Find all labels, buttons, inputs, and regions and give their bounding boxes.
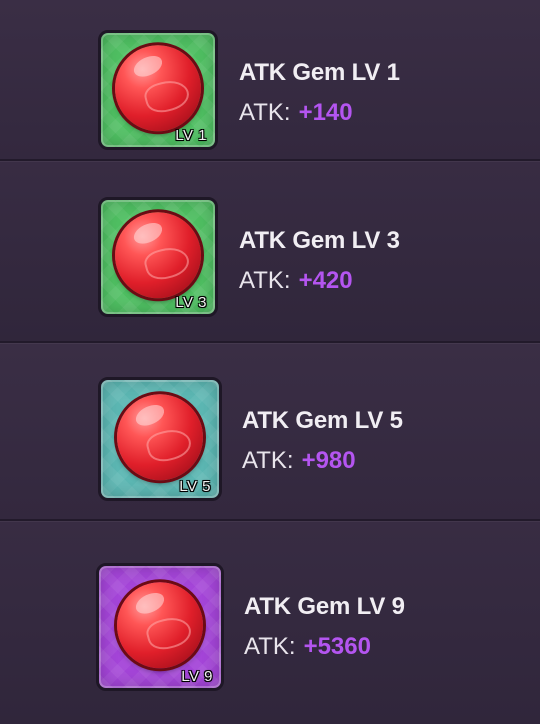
- stat-label: ATK:: [239, 267, 291, 294]
- red-gem-icon: [117, 394, 203, 481]
- red-gem-icon: [115, 45, 201, 132]
- stat-value: +420: [298, 267, 353, 294]
- stat-value: +980: [301, 447, 356, 474]
- stat-label: ATK:: [239, 99, 291, 126]
- gem-stat: ATK: +140: [239, 98, 400, 128]
- stat-value: +5360: [303, 633, 371, 660]
- gem-stat: ATK: +420: [239, 266, 400, 296]
- gem-name: ATK Gem LV 3: [239, 227, 400, 254]
- stat-label: ATK:: [244, 633, 296, 660]
- gem-name: ATK Gem LV 1: [239, 59, 400, 86]
- gem-info: ATK Gem LV 1 ATK: +140: [239, 58, 400, 128]
- row-divider: [0, 519, 540, 521]
- level-badge: LV 5: [179, 478, 211, 495]
- level-badge: LV 9: [181, 668, 213, 685]
- red-gem-icon: [115, 212, 201, 299]
- gem-info: ATK Gem LV 3 ATK: +420: [239, 226, 400, 296]
- gem-stat: ATK: +5360: [244, 632, 405, 662]
- level-badge: LV 3: [175, 294, 207, 311]
- gem-card[interactable]: LV 3: [98, 197, 218, 317]
- stat-value: +140: [298, 99, 353, 126]
- row-divider: [0, 341, 540, 343]
- gem-list: LV 1 ATK Gem LV 1 ATK: +140 LV 3 ATK Gem …: [0, 0, 540, 724]
- gem-name: ATK Gem LV 9: [244, 593, 405, 620]
- gem-card[interactable]: LV 5: [98, 377, 222, 501]
- gem-card[interactable]: LV 9: [96, 563, 224, 691]
- gem-card[interactable]: LV 1: [98, 30, 218, 150]
- level-badge: LV 1: [175, 127, 207, 144]
- gem-info: ATK Gem LV 5 ATK: +980: [242, 406, 403, 476]
- red-gem-icon: [117, 582, 203, 669]
- row-divider: [0, 159, 540, 161]
- gem-name: ATK Gem LV 5: [242, 407, 403, 434]
- gem-stat: ATK: +980: [242, 446, 403, 476]
- stat-label: ATK:: [242, 447, 294, 474]
- gem-info: ATK Gem LV 9 ATK: +5360: [244, 592, 405, 662]
